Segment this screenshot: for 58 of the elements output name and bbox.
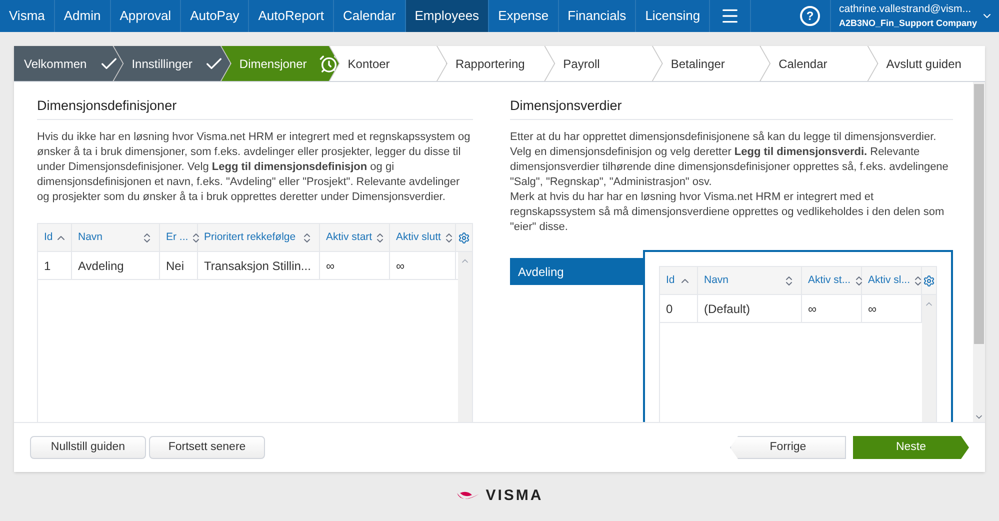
table-cell: ∞ [390, 252, 456, 280]
wizard-step[interactable]: Betalinger [652, 46, 770, 81]
nav-tab[interactable]: Admin [54, 0, 111, 32]
wizard-step[interactable]: Kontoer [330, 46, 446, 81]
settings-icon[interactable] [923, 274, 935, 287]
scrollbar[interactable] [922, 295, 936, 422]
table-cell: ∞ [320, 252, 390, 280]
column-header[interactable]: Aktiv start [320, 224, 390, 252]
settings-icon[interactable] [458, 232, 470, 244]
secondary-button[interactable]: Nullstill guiden [30, 436, 146, 459]
previous-button[interactable]: Forrige [730, 436, 846, 459]
table-cell: Transaksjon Stillin... [198, 252, 320, 280]
nav-tab[interactable]: Visma [0, 0, 55, 32]
table-cell: 1 [38, 252, 72, 280]
user-email: cathrine.vallestrand@vism... [838, 2, 972, 16]
scrollbar[interactable] [458, 252, 472, 422]
nav-tab[interactable]: Expense [489, 0, 559, 32]
table-cell: Avdeling [72, 252, 160, 280]
nav-tab[interactable]: Approval [110, 0, 182, 32]
table-cell: Nei [160, 252, 198, 280]
secondary-button[interactable]: Fortsett senere [149, 436, 265, 459]
wizard-step[interactable]: Rapportering [437, 46, 554, 81]
help-button[interactable]: ? [800, 6, 820, 26]
company-name: A2B3NO_Fin_Support Company [838, 17, 977, 30]
nav-tab[interactable]: AutoPay [181, 0, 250, 32]
wizard-step[interactable]: Calendar [760, 46, 878, 81]
next-button[interactable]: Neste [853, 436, 969, 459]
clock-icon [318, 54, 339, 74]
section-heading: Dimensjonsverdier [510, 96, 953, 120]
column-header[interactable]: Aktiv slutt [390, 224, 456, 252]
nav-tab[interactable]: Financials [558, 0, 636, 32]
wizard-step[interactable]: Payroll [545, 46, 662, 81]
column-header[interactable]: Prioritert rekkefølge [198, 224, 320, 252]
description-text: Etter at du har opprettet dimensjonsdefinisjonene så kan du legge til dimensjonsverdier. Velg en dimensjonsdefinisjon og velg deretter Legg til dimensjonsverdi. Relevante dimensjonsverdier tilhørende dine dimensjonsdefinisjoner opprettes så, f.eks. avdelingene "Salg", "Regnskap", "Administrasjon" osv. [510, 130, 950, 190]
table-cell: 0 [660, 295, 698, 322]
wizard-step[interactable]: Innstillinger [114, 46, 230, 81]
table-cell: ∞ [802, 295, 862, 322]
table-cell: (Default) [698, 295, 802, 322]
column-header[interactable]: Id [38, 224, 72, 252]
scrollbar[interactable] [973, 82, 985, 422]
column-header[interactable]: Id [660, 267, 698, 294]
wizard-step[interactable]: Dimensjoner [221, 46, 339, 81]
nav-tab[interactable]: Employees [406, 0, 490, 32]
visma-logo: VISMA [456, 485, 544, 508]
user-menu[interactable]: cathrine.vallestrand@vism... A2B3NO_Fin_Support Company [830, 0, 999, 32]
column-header[interactable]: Navn [72, 224, 160, 252]
column-header[interactable]: Aktiv sl... [862, 267, 922, 294]
description-text: Merk at hvis du har har en løsning hvor Visma.net HRM er integrert med et regnskapssystem så må dimensjonsverdiene opprettes og vedlikeholdes i den delen som "eier" disse. [510, 190, 946, 236]
section-heading: Dimensjonsdefinisjoner [37, 96, 473, 120]
wizard-step[interactable]: Velkommen [14, 46, 123, 81]
nav-tab[interactable]: AutoReport [249, 0, 334, 32]
column-header[interactable]: Aktiv st... [802, 267, 862, 294]
wizard-step[interactable]: Avslutt guiden [868, 46, 985, 81]
dimension-list-item[interactable]: Avdeling [510, 258, 643, 286]
description-text: Hvis du ikke har en løsning hvor Visma.net HRM er integrert med et regnskapssystem og ønsker å ta i bruk dimensjoner, som f.eks. avdelinger eller prosjekter, legger du disse til under Dimensjonsdefinisjoner. Velg Legg til dimensjonsdefinisjon og gi dimensjonsdefinisjonen et navn, f.eks. "Avdeling" eller "Prosjekt". Relevante avdelinger og prosjekter som du ønsker å ta i bruk opprettes deretter under Dimensjonsverdier. [37, 130, 472, 206]
column-header[interactable]: Navn [698, 267, 802, 294]
nav-tab[interactable]: Licensing [636, 0, 710, 32]
column-header[interactable]: Er ... [160, 224, 198, 252]
